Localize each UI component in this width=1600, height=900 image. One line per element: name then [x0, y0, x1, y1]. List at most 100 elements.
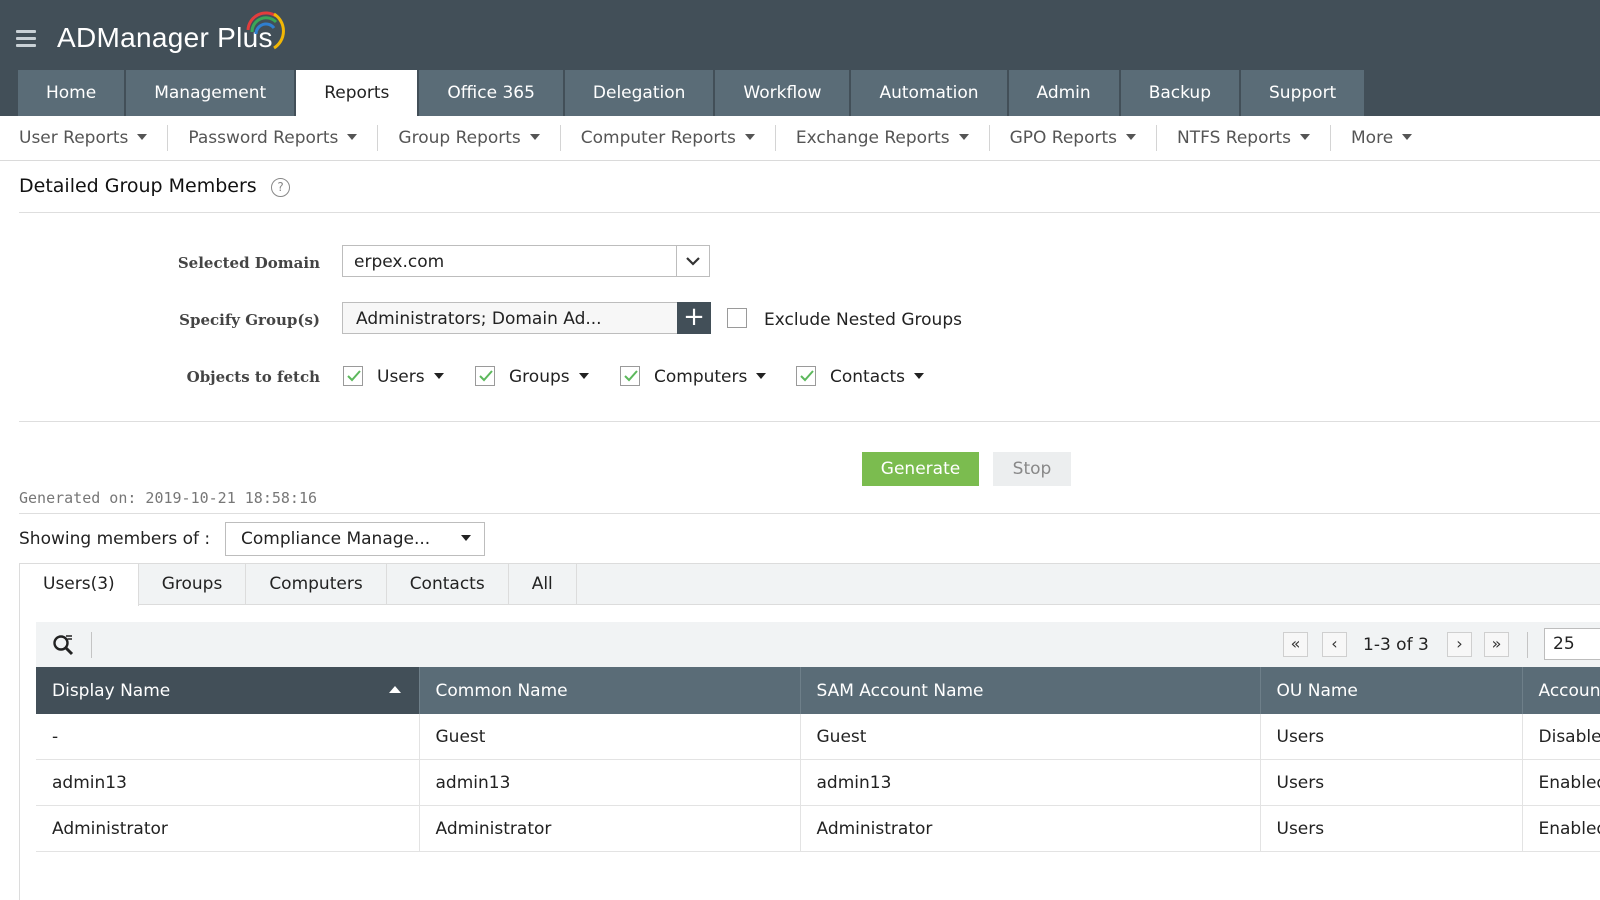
next-page-button[interactable]: ›: [1447, 632, 1472, 657]
nav-tab-admin[interactable]: Admin: [1008, 70, 1119, 116]
nav-tab-reports[interactable]: Reports: [296, 70, 418, 116]
nav-tab-delegation[interactable]: Delegation: [564, 70, 714, 116]
subnav-ntfs-reports[interactable]: NTFS Reports: [1157, 125, 1332, 151]
subnav-password-reports[interactable]: Password Reports: [168, 125, 379, 151]
first-page-button[interactable]: «: [1283, 632, 1308, 657]
subnav-gpo-reports[interactable]: GPO Reports: [990, 125, 1158, 151]
subnav-computer-reports[interactable]: Computer Reports: [561, 125, 776, 151]
caret-down-icon: [1126, 134, 1137, 140]
tab-contacts[interactable]: Contacts: [387, 564, 509, 605]
tab-groups[interactable]: Groups: [139, 564, 247, 605]
stop-button[interactable]: Stop: [993, 452, 1071, 486]
objects-groups-checkbox[interactable]: [475, 366, 495, 386]
objects-users-checkbox[interactable]: [343, 366, 363, 386]
nav-tab-home[interactable]: Home: [18, 70, 125, 116]
group-label: Specify Group(s): [179, 311, 320, 329]
prev-page-button[interactable]: ‹: [1322, 632, 1347, 657]
sub-nav: User Reports Password Reports Group Report…: [0, 116, 1600, 161]
objects-label-text: Computers: [654, 367, 748, 387]
table-cell: admin13: [36, 759, 420, 806]
nav-tab-backup[interactable]: Backup: [1120, 70, 1240, 116]
table-cell: Guest: [419, 714, 801, 760]
table-cell: -: [36, 714, 420, 760]
table-row[interactable]: admin13admin13admin13UsersEnabled: [36, 759, 1600, 806]
tab-users-3[interactable]: Users(3): [20, 564, 139, 606]
table-cell: Administrator: [36, 805, 420, 852]
subnav-more[interactable]: More: [1331, 125, 1432, 151]
showing-value: Compliance Manage...: [241, 529, 431, 549]
subnav-exchange-reports[interactable]: Exchange Reports: [776, 125, 990, 151]
objects-groups-dropdown[interactable]: Groups: [509, 367, 589, 387]
divider: [19, 421, 1600, 422]
subnav-label: More: [1351, 128, 1394, 148]
objects-users-dropdown[interactable]: Users: [377, 367, 444, 387]
column-header-common-name[interactable]: Common Name: [419, 667, 801, 714]
help-icon[interactable]: ?: [271, 178, 290, 197]
result-tabs: Users(3) Groups Computers Contacts All: [19, 563, 1600, 606]
caret-down-icon: [756, 373, 767, 379]
generated-on: Generated on: 2019-10-21 18:58:16: [19, 489, 318, 507]
domain-dropdown-button[interactable]: [676, 246, 709, 276]
caret-down-icon: [578, 373, 589, 379]
objects-contacts-checkbox[interactable]: [796, 366, 816, 386]
objects-computers-checkbox[interactable]: [620, 366, 640, 386]
divider: [19, 513, 1600, 514]
subnav-label: GPO Reports: [1009, 128, 1118, 148]
subnav-label: Exchange Reports: [795, 128, 950, 148]
nav-tab-automation[interactable]: Automation: [851, 70, 1007, 116]
members-table: Display Name Common Name SAM Account Name O…: [36, 667, 1600, 852]
page-title: Detailed Group Members: [19, 175, 257, 197]
nav-tab-office-365[interactable]: Office 365: [419, 70, 563, 116]
app-logo[interactable]: ADManager Plus: [57, 11, 285, 54]
domain-select[interactable]: erpex.com: [342, 245, 710, 277]
objects-label-text: Groups: [509, 367, 570, 387]
checkmark-icon: [347, 370, 361, 382]
last-page-button[interactable]: »: [1484, 632, 1509, 657]
divider: [19, 212, 1600, 213]
nav-tab-workflow[interactable]: Workflow: [715, 70, 850, 116]
subnav-group-reports[interactable]: Group Reports: [378, 125, 561, 151]
objects-computers-dropdown[interactable]: Computers: [654, 367, 767, 387]
column-header-sam-account-name[interactable]: SAM Account Name: [800, 667, 1261, 714]
objects-label: Objects to fetch: [186, 368, 320, 386]
caret-down-icon: [1300, 134, 1311, 140]
per-page-select[interactable]: 25: [1544, 628, 1600, 660]
menu-icon[interactable]: [16, 30, 36, 48]
subnav-label: User Reports: [19, 128, 129, 148]
objects-label-text: Users: [377, 367, 425, 387]
caret-down-icon: [137, 134, 148, 140]
group-input[interactable]: Administrators; Domain Ad...: [342, 302, 678, 334]
checkmark-icon: [479, 370, 493, 382]
tab-computers[interactable]: Computers: [246, 564, 387, 605]
table-row[interactable]: Administrator Administrator Administrator U…: [36, 805, 1600, 852]
table-row[interactable]: -GuestGuestUsersDisabled: [36, 714, 1600, 760]
column-header-account-status[interactable]: Account Status: [1522, 667, 1600, 714]
column-header-ou-name[interactable]: OU Name: [1260, 667, 1523, 714]
caret-down-icon: [347, 134, 358, 140]
table-cell: Administrator: [419, 805, 801, 852]
table-cell: admin13: [419, 759, 801, 806]
caret-down-icon: [958, 134, 969, 140]
table-cell: Users: [1260, 714, 1523, 760]
search-icon[interactable]: [52, 633, 76, 657]
subnav-label: Group Reports: [398, 128, 521, 148]
caret-down-icon: [744, 134, 755, 140]
group-value: Administrators; Domain Ad...: [356, 309, 602, 329]
showing-select[interactable]: Compliance Manage...: [225, 522, 485, 556]
objects-contacts-dropdown[interactable]: Contacts: [830, 367, 924, 387]
caret-down-icon: [1402, 134, 1413, 140]
add-group-button[interactable]: +: [677, 302, 711, 334]
domain-label: Selected Domain: [177, 254, 320, 272]
nav-tab-management[interactable]: Management: [126, 70, 295, 116]
generate-button[interactable]: Generate: [862, 452, 979, 486]
subnav-user-reports[interactable]: User Reports: [0, 125, 169, 151]
exclude-nested-checkbox[interactable]: [727, 308, 747, 328]
table-cell: Enabled: [1522, 759, 1600, 806]
nav-tab-support[interactable]: Support: [1241, 70, 1365, 116]
checkmark-icon: [624, 370, 638, 382]
tab-all[interactable]: All: [509, 564, 577, 605]
subnav-label: Computer Reports: [580, 128, 736, 148]
domain-value: erpex.com: [354, 252, 445, 272]
pager-range: 1-3 of 3: [1363, 635, 1429, 655]
column-header-display-name[interactable]: Display Name: [36, 667, 420, 714]
